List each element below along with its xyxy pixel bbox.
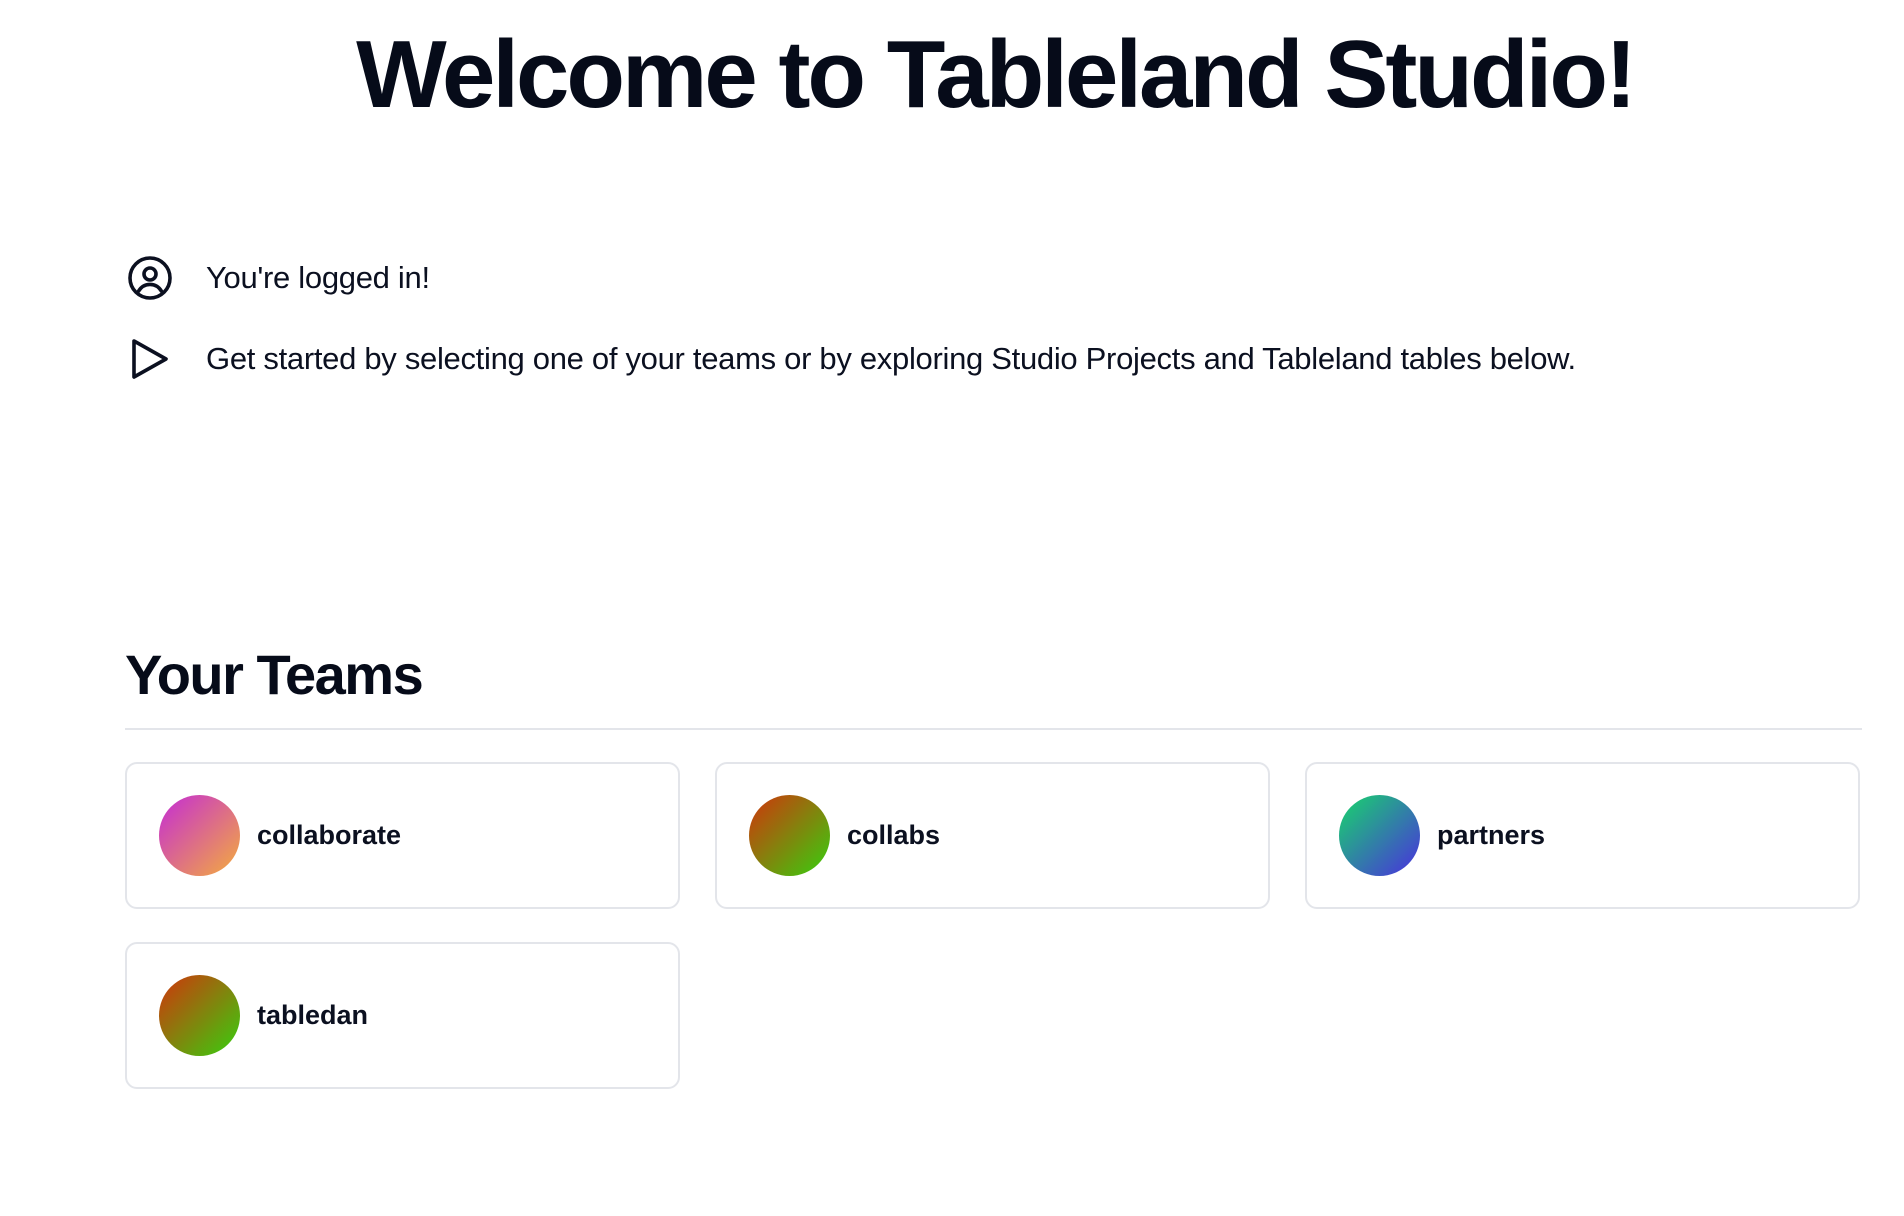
user-circle-icon bbox=[125, 253, 175, 303]
get-started-row: Get started by selecting one of your tea… bbox=[125, 331, 1825, 387]
team-grid: collaborate collabs partners tabledan bbox=[125, 762, 1864, 1089]
home-page: Welcome to Tableland Studio! You're logg… bbox=[0, 0, 1904, 1216]
team-name: collabs bbox=[847, 820, 941, 850]
play-icon bbox=[125, 334, 175, 384]
team-card-collabs[interactable]: collabs bbox=[715, 762, 1270, 909]
your-teams-heading: Your Teams bbox=[125, 643, 424, 706]
login-status-row: You're logged in! bbox=[125, 250, 1825, 306]
team-avatar bbox=[159, 795, 240, 876]
team-name: collaborate bbox=[257, 820, 402, 850]
get-started-text: Get started by selecting one of your tea… bbox=[206, 341, 1576, 376]
team-card-collaborate[interactable]: collaborate bbox=[125, 762, 680, 909]
team-name: partners bbox=[1437, 820, 1546, 850]
team-card-partners[interactable]: partners bbox=[1305, 762, 1860, 909]
page-title: Welcome to Tableland Studio! bbox=[356, 21, 1637, 128]
info-list: You're logged in! Get started by selecti… bbox=[125, 250, 1825, 412]
team-card-tabledan[interactable]: tabledan bbox=[125, 942, 680, 1089]
team-avatar bbox=[159, 975, 240, 1056]
team-name: tabledan bbox=[257, 1000, 369, 1030]
team-avatar bbox=[749, 795, 830, 876]
section-divider bbox=[125, 728, 1862, 730]
login-status-text: You're logged in! bbox=[206, 260, 430, 295]
team-avatar bbox=[1339, 795, 1420, 876]
